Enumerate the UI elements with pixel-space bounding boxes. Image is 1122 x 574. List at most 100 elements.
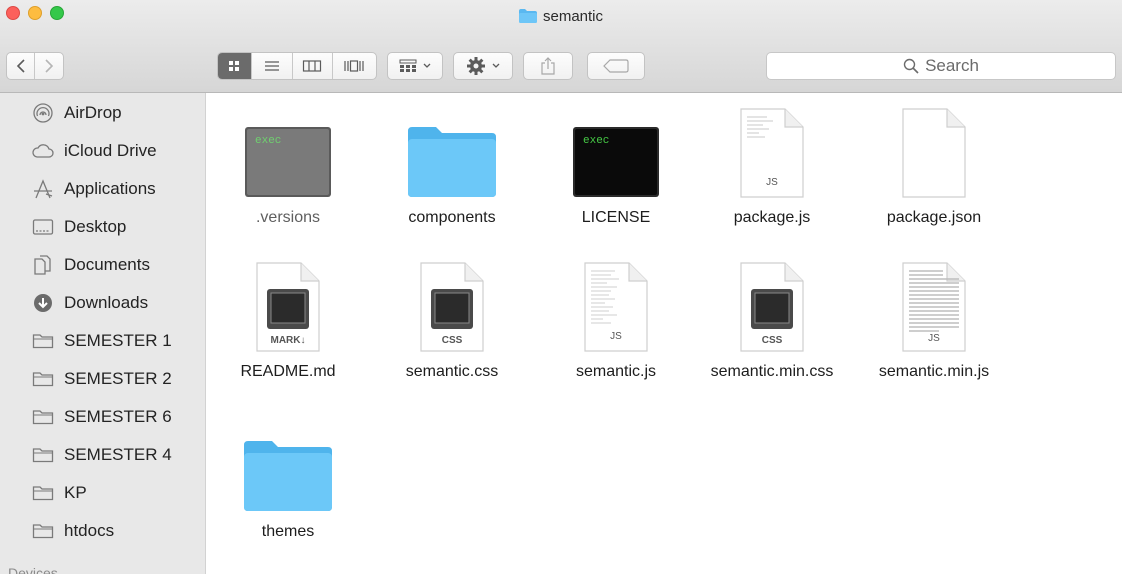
blank-document-icon [899, 99, 969, 199]
file-item-components[interactable]: components [372, 99, 532, 227]
gear-icon [467, 57, 485, 75]
window-title: semantic [0, 6, 1122, 26]
sidebar-item-label: SEMESTER 2 [64, 369, 172, 388]
sidebar-item-label: iCloud Drive [64, 141, 157, 160]
cloud-icon [32, 141, 54, 161]
exec-icon: exec [243, 99, 333, 199]
sidebar-item-semester-6[interactable]: SEMESTER 6 [32, 403, 172, 431]
svg-text:CSS: CSS [442, 335, 463, 346]
chevron-right-icon [45, 59, 54, 73]
documents-icon [32, 255, 54, 275]
tag-icon [603, 59, 629, 73]
action-button[interactable] [453, 52, 513, 80]
applications-icon [32, 179, 54, 199]
svg-text:JS: JS [928, 333, 940, 344]
file-item-versions[interactable]: exec .versions [208, 99, 368, 227]
search-icon [903, 58, 919, 74]
sidebar-item-label: Documents [64, 255, 150, 274]
tag-button[interactable] [587, 52, 645, 80]
sidebar-item-airdrop[interactable]: AirDrop [32, 99, 122, 127]
file-item-package-json[interactable]: package.json [854, 99, 1014, 227]
window-title-text: semantic [542, 7, 604, 25]
file-name: package.json [886, 209, 982, 226]
folder-icon [32, 521, 54, 541]
column-view-button[interactable] [293, 53, 333, 79]
file-name: README.md [240, 363, 336, 380]
file-item-semantic-min-js[interactable]: JS semantic.min.js [854, 253, 1014, 381]
file-item-semantic-js[interactable]: JS semantic.js [536, 253, 696, 381]
sidebar-item-label: Applications [64, 179, 156, 198]
sidebar-item-downloads[interactable]: Downloads [32, 289, 148, 317]
forward-button[interactable] [35, 53, 63, 79]
chevron-down-icon [423, 63, 431, 68]
file-name: package.js [733, 209, 811, 226]
sidebar-item-htdocs[interactable]: htdocs [32, 517, 114, 545]
css-document-icon: CSS [737, 253, 807, 353]
svg-text:JS: JS [610, 331, 622, 342]
file-name: semantic.min.css [710, 363, 834, 380]
sidebar-item-label: Desktop [64, 217, 127, 236]
sidebar-item-applications[interactable]: Applications [32, 175, 156, 203]
folder-icon [32, 445, 54, 465]
sidebar-item-documents[interactable]: Documents [32, 251, 150, 279]
airdrop-icon [32, 103, 54, 123]
svg-text:exec: exec [255, 135, 281, 147]
sidebar-item-desktop[interactable]: Desktop [32, 213, 126, 241]
sidebar-item-label: htdocs [64, 521, 115, 540]
icon-view-icon [229, 61, 240, 71]
sidebar-item-icloud-drive[interactable]: iCloud Drive [32, 137, 157, 165]
folder-icon [32, 331, 54, 351]
sidebar-item-label: SEMESTER 6 [64, 407, 172, 426]
sidebar-item-label: AirDrop [64, 103, 122, 122]
share-icon [541, 57, 555, 75]
file-item-themes[interactable]: themes [208, 413, 368, 541]
file-name: themes [261, 523, 315, 540]
finder-window: semantic Search AirDrop iCloud Drive App… [0, 0, 1122, 574]
title-bar: semantic Search [0, 0, 1122, 93]
list-view-button[interactable] [252, 53, 294, 79]
file-name: .versions [255, 209, 321, 226]
sidebar-item-semester-4[interactable]: SEMESTER 4 [32, 441, 172, 469]
js-document-icon: JS [737, 99, 807, 199]
chevron-left-icon [16, 59, 25, 73]
sidebar-item-semester-2[interactable]: SEMESTER 2 [32, 365, 172, 393]
svg-text:JS: JS [766, 177, 778, 188]
folder-icon [32, 369, 54, 389]
file-name: LICENSE [581, 209, 651, 226]
file-grid: exec .versions components exec LICENSE J… [206, 93, 1122, 574]
svg-text:MARK↓: MARK↓ [271, 335, 306, 346]
navigation-buttons [6, 52, 64, 80]
chevron-down-icon [492, 63, 500, 68]
sidebar-item-semester-1[interactable]: SEMESTER 1 [32, 327, 172, 355]
search-field[interactable]: Search [766, 52, 1116, 80]
file-name: semantic.css [405, 363, 499, 380]
desktop-icon [32, 217, 54, 237]
arrange-button[interactable] [387, 52, 443, 80]
folder-icon [242, 413, 334, 513]
sidebar-item-kp[interactable]: KP [32, 479, 87, 507]
js-document-icon: JS [899, 253, 969, 353]
svg-text:exec: exec [583, 135, 609, 147]
file-item-semantic-min-css[interactable]: CSS semantic.min.css [692, 253, 852, 381]
share-button[interactable] [523, 52, 573, 80]
sidebar-section-devices: Devices [8, 565, 58, 574]
file-item-package-js[interactable]: JS package.js [692, 99, 852, 227]
cover-flow-icon [344, 60, 364, 72]
file-name: semantic.min.js [878, 363, 990, 380]
folder-icon [32, 483, 54, 503]
view-mode-selector [217, 52, 377, 80]
file-item-semantic-css[interactable]: CSS semantic.css [372, 253, 532, 381]
file-item-readme[interactable]: MARK↓ README.md [208, 253, 368, 381]
sidebar-item-label: KP [64, 483, 87, 502]
sidebar-item-label: SEMESTER 4 [64, 445, 172, 464]
cover-flow-button[interactable] [333, 53, 376, 79]
downloads-icon [32, 293, 54, 313]
svg-text:CSS: CSS [762, 335, 783, 346]
sidebar-item-label: SEMESTER 1 [64, 331, 172, 350]
file-name: components [408, 209, 496, 226]
icon-view-button[interactable] [218, 53, 252, 79]
file-item-license[interactable]: exec LICENSE [536, 99, 696, 227]
sidebar: AirDrop iCloud Drive Applications Deskto… [0, 93, 206, 574]
back-button[interactable] [7, 53, 36, 79]
markdown-document-icon: MARK↓ [253, 253, 323, 353]
